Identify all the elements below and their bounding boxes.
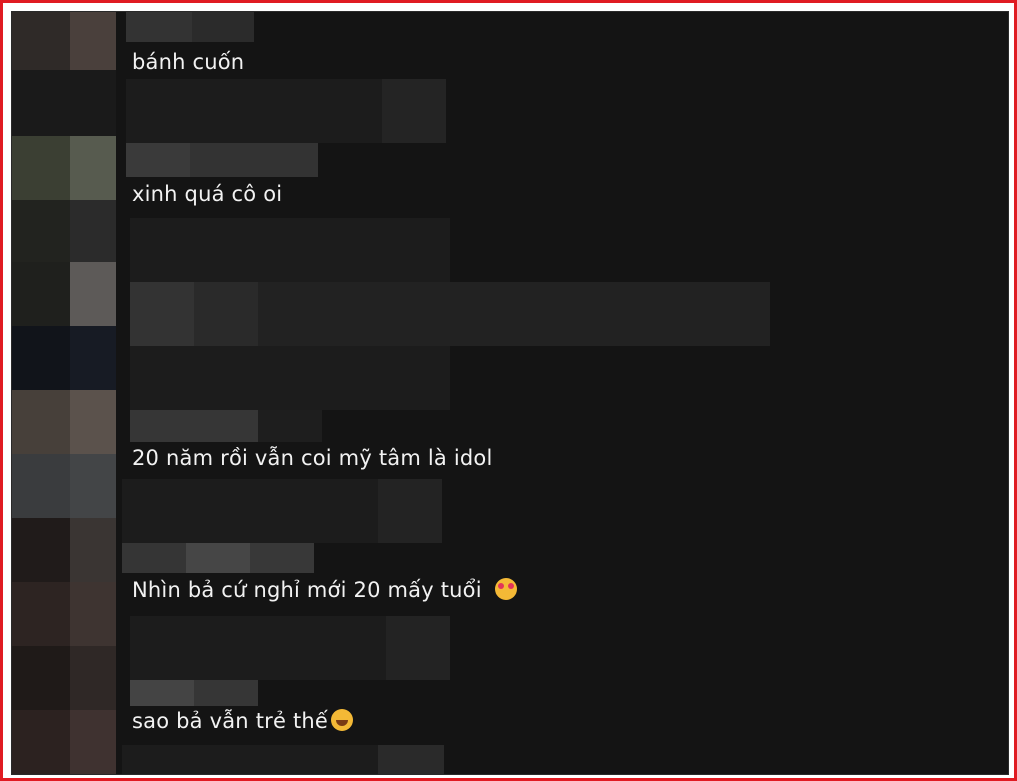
grinning-sweat-face-icon: [331, 709, 354, 731]
censored-text: [130, 282, 194, 346]
censored-username: [130, 410, 258, 442]
avatar-pixel: [12, 262, 70, 326]
avatar-pixel: [70, 262, 116, 326]
avatar-pixel: [12, 200, 70, 262]
avatar-pixel: [12, 582, 70, 646]
avatar-pixel: [70, 12, 116, 70]
censored-username: [130, 680, 194, 706]
censored-username: [258, 410, 322, 442]
avatar-pixel: [70, 518, 116, 582]
avatar-pixel: [12, 390, 70, 454]
avatar-pixel: [12, 646, 70, 710]
censored-text: [378, 479, 442, 543]
censored-username: [192, 12, 254, 42]
comment-text: bánh cuốn: [132, 50, 245, 74]
comment-feed[interactable]: bánh cuốn xinh quá cô oi 20 năm rồi vẫn …: [11, 11, 1009, 775]
avatar-pixel: [70, 454, 116, 518]
avatar-pixel: [70, 646, 116, 710]
censored-username: [122, 543, 186, 573]
comment-text: Nhìn bả cứ nghỉ mới 20 mấy tuổi: [132, 577, 517, 603]
screenshot-frame: bánh cuốn xinh quá cô oi 20 năm rồi vẫn …: [0, 0, 1017, 781]
comment-text: 20 năm rồi vẫn coi mỹ tâm là idol: [132, 446, 493, 470]
avatar-pixel: [12, 70, 116, 136]
censored-text: [122, 745, 378, 774]
comment-text-label: sao bả vẫn trẻ thế: [132, 709, 329, 733]
censored-username: [126, 143, 190, 177]
avatar-pixel: [70, 582, 116, 646]
censored-text: [386, 616, 450, 680]
avatar-pixel: [12, 518, 70, 582]
avatar-pixel: [12, 326, 70, 390]
censored-text: [122, 479, 378, 543]
avatar-pixel: [12, 12, 70, 70]
avatar-pixel: [12, 136, 70, 200]
avatar-pixel: [70, 710, 116, 774]
comment-text: sao bả vẫn trẻ thế: [132, 708, 354, 734]
censored-username: [194, 680, 258, 706]
censored-username: [126, 12, 192, 42]
smiling-face-with-hearts-icon: [494, 578, 517, 600]
censored-text: [126, 79, 382, 143]
censored-text: [194, 282, 258, 346]
censored-text: [378, 745, 444, 774]
avatar-pixel: [12, 454, 70, 518]
avatar-pixel: [70, 390, 116, 454]
censored-text: [130, 346, 450, 410]
censored-text: [130, 616, 386, 680]
avatar-column: [12, 12, 116, 774]
censored-text: [382, 79, 446, 143]
censored-text: [130, 218, 450, 282]
censored-text: [258, 282, 770, 346]
censored-username: [190, 143, 318, 177]
avatar-pixel: [70, 326, 116, 390]
avatar-pixel: [12, 710, 70, 774]
avatar-pixel: [70, 136, 116, 200]
comment-text-label: Nhìn bả cứ nghỉ mới 20 mấy tuổi: [132, 578, 482, 602]
comment-text: xinh quá cô oi: [132, 182, 283, 206]
censored-username: [250, 543, 314, 573]
censored-username: [186, 543, 250, 573]
avatar-pixel: [70, 200, 116, 262]
